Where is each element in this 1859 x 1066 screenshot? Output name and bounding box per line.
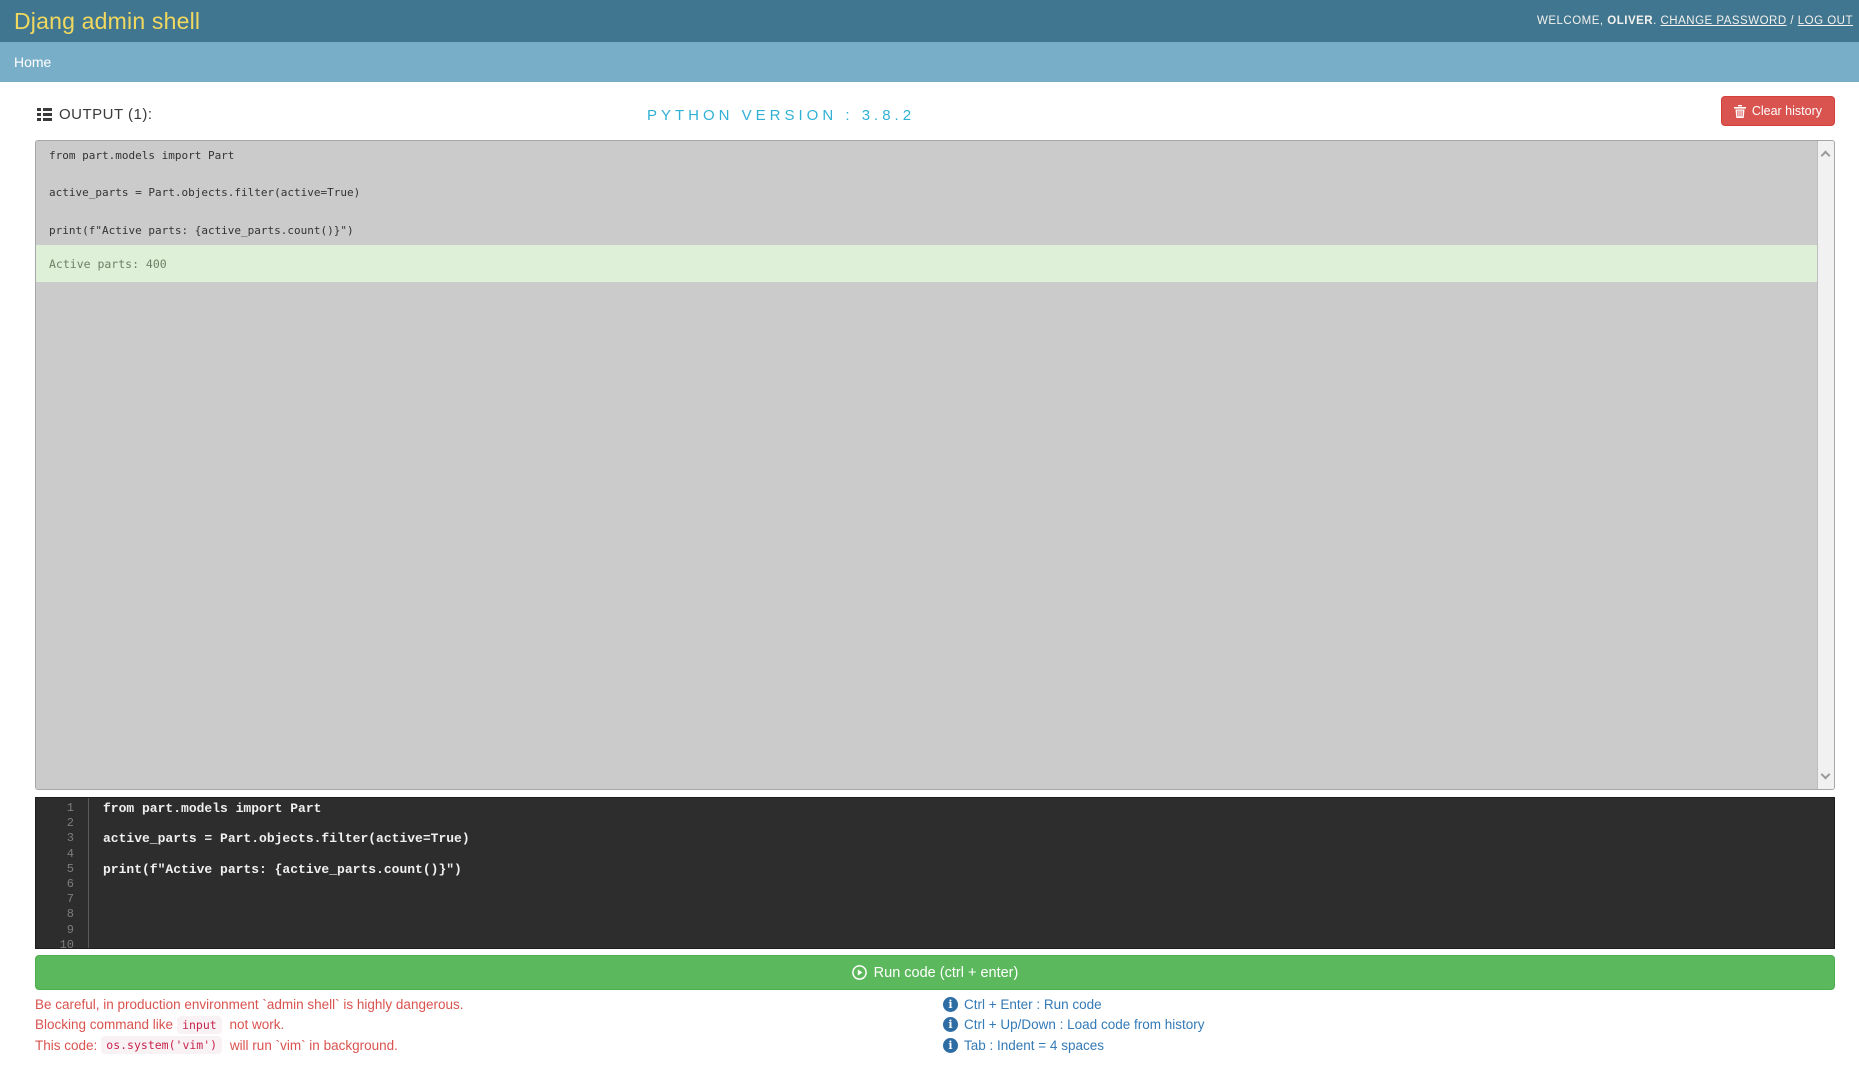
output-code-line: print(f"Active parts: {active_parts.coun… bbox=[36, 222, 1834, 241]
output-heading-label: OUTPUT (1): bbox=[59, 106, 153, 123]
output-code-line: active_parts = Part.objects.filter(activ… bbox=[36, 184, 1834, 203]
warning-note-text: not work. bbox=[226, 1017, 285, 1032]
python-version-label: PYTHON VERSION : 3.8.2 bbox=[647, 107, 915, 124]
shortcut-hints: i Ctrl + Enter : Run code i Ctrl + Up/Do… bbox=[943, 994, 1835, 1056]
editor-code-line[interactable] bbox=[103, 877, 1834, 892]
info-icon: i bbox=[943, 1038, 958, 1053]
output-header-row: OUTPUT (1): PYTHON VERSION : 3.8.2 Clear… bbox=[35, 94, 1835, 140]
line-number: 5 bbox=[36, 862, 74, 877]
line-number: 8 bbox=[36, 907, 74, 922]
editor-code-line[interactable]: print(f"Active parts: {active_parts.coun… bbox=[103, 862, 1834, 877]
username: OLIVER bbox=[1607, 15, 1653, 27]
footer: Be careful, in production environment `a… bbox=[35, 994, 1835, 1056]
editor-code-line[interactable] bbox=[103, 892, 1834, 907]
inline-code: input bbox=[177, 1016, 222, 1034]
line-number: 6 bbox=[36, 877, 74, 892]
line-number: 1 bbox=[36, 801, 74, 816]
line-number: 3 bbox=[36, 831, 74, 846]
line-number: 4 bbox=[36, 847, 74, 862]
scroll-up-icon[interactable] bbox=[1822, 149, 1830, 157]
shortcut-hint: i Ctrl + Enter : Run code bbox=[943, 994, 1835, 1015]
run-code-label: Run code (ctrl + enter) bbox=[874, 965, 1019, 981]
info-icon: i bbox=[943, 997, 958, 1012]
breadcrumb-home-link[interactable]: Home bbox=[14, 54, 51, 70]
welcome-period: . bbox=[1653, 15, 1660, 27]
code-editor: 1 2 3 4 5 6 7 8 9 10 from part.models im… bbox=[35, 797, 1835, 949]
play-circle-icon bbox=[852, 965, 867, 980]
clear-history-button[interactable]: Clear history bbox=[1721, 96, 1835, 126]
editor-code-line[interactable] bbox=[103, 938, 1834, 949]
trash-icon bbox=[1734, 105, 1746, 118]
inline-code: os.system('vim') bbox=[101, 1036, 222, 1054]
output-code-line: from part.models import Part bbox=[36, 147, 1834, 166]
shortcut-label: Tab : Indent = 4 spaces bbox=[964, 1038, 1104, 1053]
editor-code-line[interactable] bbox=[103, 907, 1834, 922]
warning-note: Be careful, in production environment `a… bbox=[35, 994, 943, 1015]
warning-note-text: will run `vim` in background. bbox=[226, 1038, 398, 1053]
clear-history-label: Clear history bbox=[1752, 104, 1822, 118]
output-history-entry: from part.models import Part active_part… bbox=[36, 141, 1834, 282]
warning-notes: Be careful, in production environment `a… bbox=[35, 994, 943, 1056]
editor-line-numbers: 1 2 3 4 5 6 7 8 9 10 bbox=[36, 798, 89, 948]
line-number: 9 bbox=[36, 923, 74, 938]
scroll-down-icon[interactable] bbox=[1822, 771, 1830, 779]
breadcrumb: Home bbox=[0, 42, 1859, 82]
editor-code-line[interactable] bbox=[103, 816, 1834, 831]
line-number: 10 bbox=[36, 938, 74, 949]
page-title: Djang admin shell bbox=[14, 8, 200, 35]
info-icon: i bbox=[943, 1017, 958, 1032]
output-panel: from part.models import Part active_part… bbox=[35, 140, 1835, 790]
editor-code-line[interactable]: active_parts = Part.objects.filter(activ… bbox=[103, 831, 1834, 846]
shortcut-hint: i Tab : Indent = 4 spaces bbox=[943, 1035, 1835, 1056]
output-heading: OUTPUT (1): bbox=[37, 106, 153, 123]
warning-note-text: Be careful, in production environment `a… bbox=[35, 997, 463, 1012]
header-bar: Djang admin shell WELCOME, OLIVER. CHANG… bbox=[0, 0, 1859, 42]
shortcut-label: Ctrl + Enter : Run code bbox=[964, 997, 1102, 1012]
warning-note: This code: os.system('vim') will run `vim… bbox=[35, 1035, 943, 1056]
warning-note: Blocking command like input not work. bbox=[35, 1015, 943, 1036]
output-code-line bbox=[36, 203, 1834, 222]
output-code-line bbox=[36, 166, 1834, 185]
warning-note-text: This code: bbox=[35, 1038, 97, 1053]
editor-code-line[interactable]: from part.models import Part bbox=[103, 801, 1834, 816]
output-scrollbar[interactable] bbox=[1817, 141, 1834, 789]
editor-code-line[interactable] bbox=[103, 923, 1834, 938]
warning-note-text: Blocking command like bbox=[35, 1017, 173, 1032]
change-password-link[interactable]: CHANGE PASSWORD bbox=[1661, 15, 1787, 27]
welcome-text: WELCOME, bbox=[1537, 15, 1607, 27]
list-icon bbox=[37, 108, 52, 121]
code-input-area[interactable]: from part.models import Part active_part… bbox=[89, 798, 1834, 948]
execution-result-text: Active parts: 400 bbox=[49, 257, 167, 271]
shortcut-hint: i Ctrl + Up/Down : Load code from histor… bbox=[943, 1015, 1835, 1036]
user-tools: WELCOME, OLIVER. CHANGE PASSWORD / LOG O… bbox=[1537, 15, 1853, 27]
run-code-button[interactable]: Run code (ctrl + enter) bbox=[35, 955, 1835, 990]
link-separator: / bbox=[1787, 15, 1798, 27]
log-out-link[interactable]: LOG OUT bbox=[1798, 15, 1853, 27]
main-content: OUTPUT (1): PYTHON VERSION : 3.8.2 Clear… bbox=[35, 94, 1835, 1056]
execution-result: Active parts: 400 bbox=[36, 245, 1834, 282]
shortcut-label: Ctrl + Up/Down : Load code from history bbox=[964, 1017, 1204, 1032]
line-number: 2 bbox=[36, 816, 74, 831]
editor-code-line[interactable] bbox=[103, 847, 1834, 862]
line-number: 7 bbox=[36, 892, 74, 907]
